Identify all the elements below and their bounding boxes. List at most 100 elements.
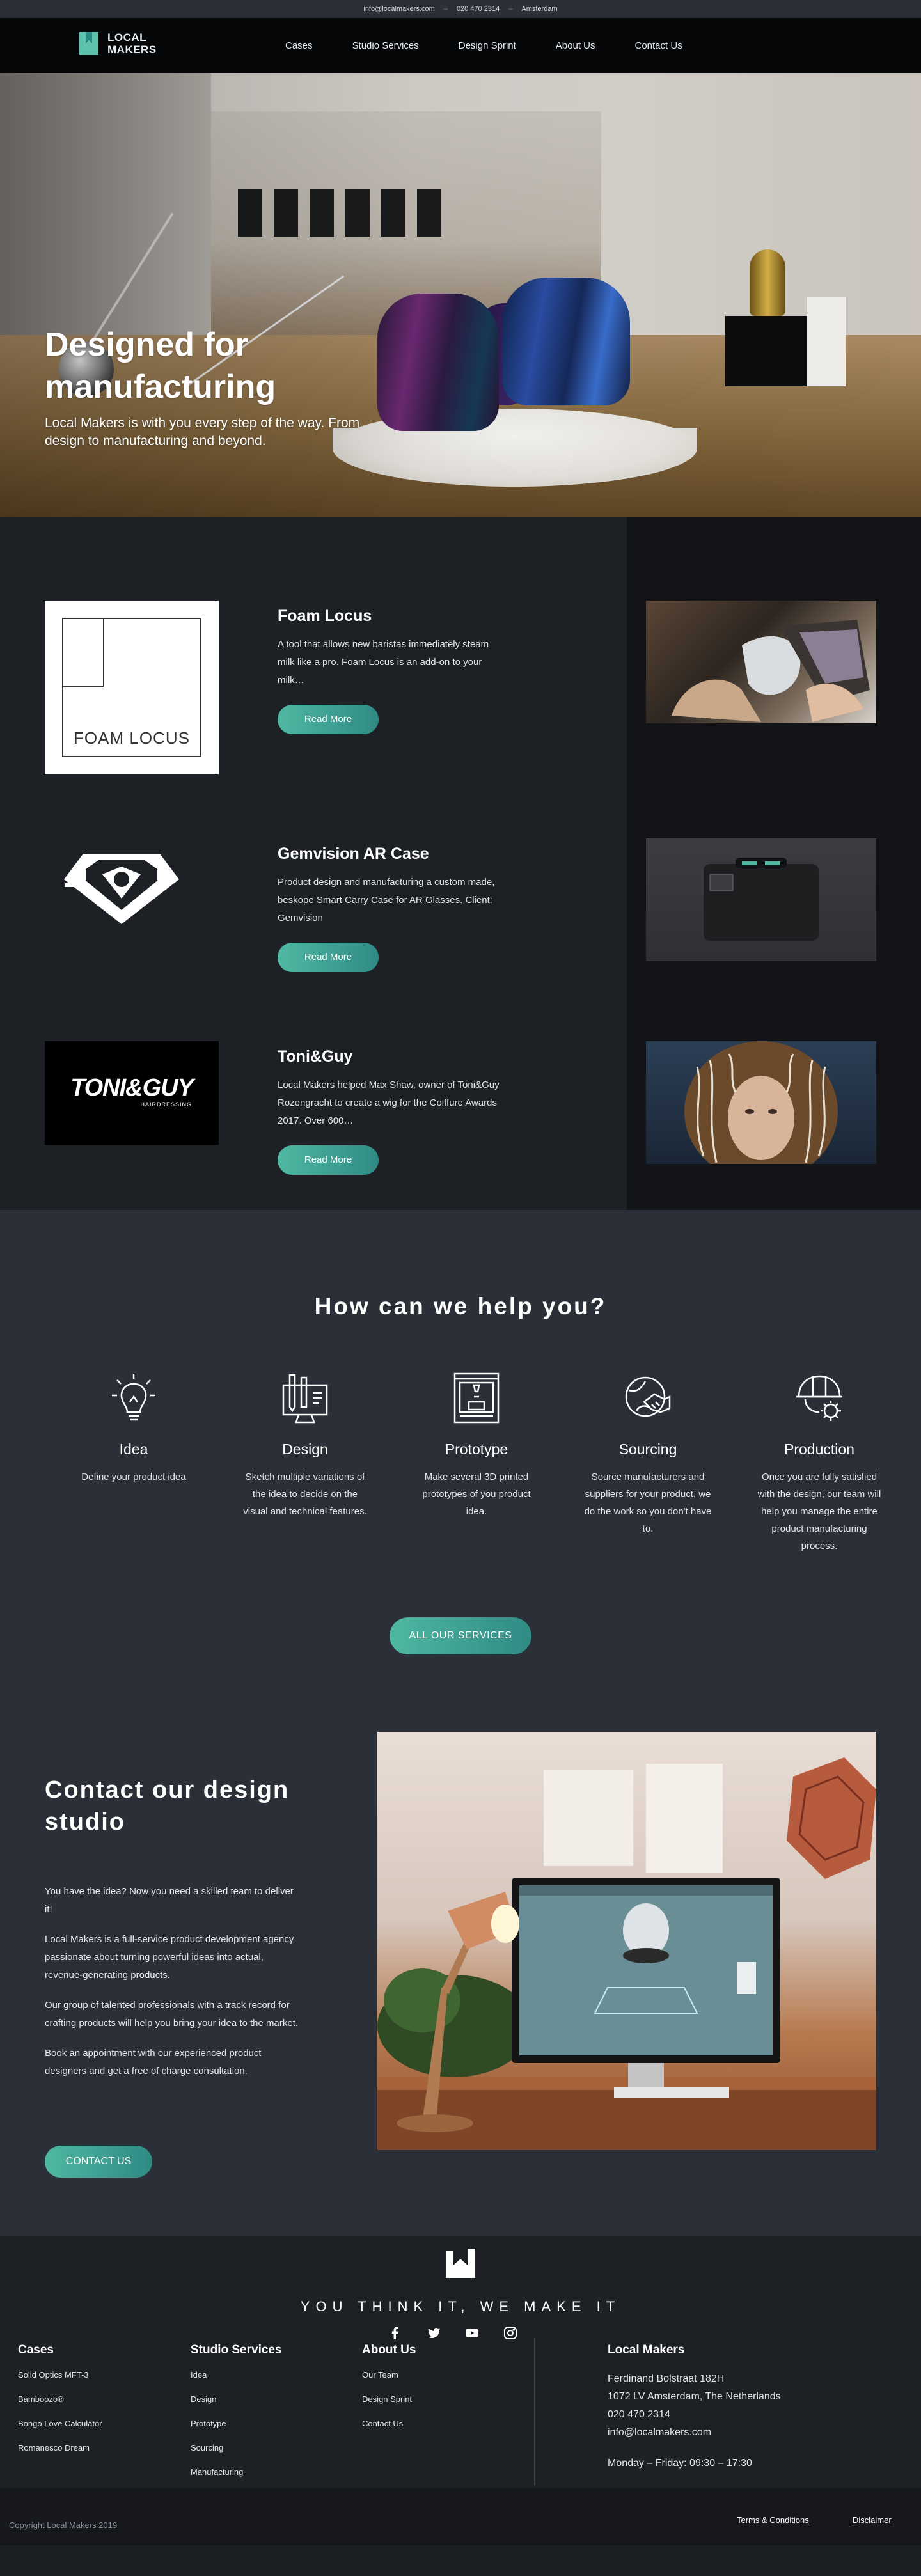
- case-info: Gemvision AR Case Product design and man…: [278, 845, 508, 972]
- helmet-gear-icon: [796, 1375, 842, 1421]
- footer-link[interactable]: Sourcing: [191, 2443, 282, 2453]
- footer-link[interactable]: Manufacturing: [191, 2467, 282, 2477]
- lightbulb-icon: [112, 1374, 155, 1421]
- site-logo[interactable]: LOCAL MAKERS: [77, 29, 157, 58]
- copyright-text: Copyright Local Makers 2019: [9, 2520, 118, 2530]
- service-name: Prototype: [445, 1441, 508, 1457]
- service-prototype[interactable]: Prototype Make several 3D printed protot…: [391, 1371, 562, 1555]
- service-production[interactable]: Production Once you are fully satisfied …: [734, 1371, 905, 1555]
- instagram-icon[interactable]: [503, 2325, 518, 2341]
- foam-locus-logo-graphic: [62, 618, 201, 757]
- topbar-city: Amsterdam: [521, 5, 558, 13]
- service-design[interactable]: Design Sketch multiple variations of the…: [219, 1371, 391, 1555]
- service-name: Design: [282, 1441, 328, 1457]
- footer-column-cases: Cases Solid Optics MFT-3 Bamboozo® Bongo…: [18, 2343, 102, 2467]
- foam-locus-logo: FOAM LOCUS: [45, 601, 219, 774]
- footer-link[interactable]: Design Sprint: [362, 2394, 416, 2404]
- nav-studio-services[interactable]: Studio Services: [352, 40, 419, 51]
- case-description: Product design and manufacturing a custo…: [278, 877, 495, 923]
- toni-guy-photo: [646, 1041, 876, 1164]
- topbar-separator: –: [443, 5, 448, 13]
- all-services-button[interactable]: ALL OUR SERVICES: [390, 1617, 531, 1654]
- contact-us-button[interactable]: CONTACT US: [45, 2146, 152, 2178]
- disclaimer-link[interactable]: Disclaimer: [853, 2515, 892, 2525]
- top-info-bar: info@localmakers.com – 020 470 2314 – Am…: [0, 0, 921, 18]
- footer-logo-icon[interactable]: [443, 2246, 478, 2281]
- service-description: Source manufacturers and suppliers for y…: [584, 1472, 712, 1534]
- studio-paragraph: Book an appointment with our experienced…: [45, 2048, 262, 2077]
- footer-link[interactable]: Prototype: [191, 2419, 282, 2428]
- main-nav: Cases Studio Services Design Sprint Abou…: [285, 18, 722, 73]
- services-grid: Idea Define your product idea Design Ske…: [48, 1371, 905, 1555]
- topbar-email[interactable]: info@localmakers.com: [363, 5, 434, 13]
- twitter-icon[interactable]: [426, 2325, 441, 2341]
- footer-address: Local Makers Ferdinand Bolstraat 182H 10…: [608, 2343, 781, 2472]
- footer-column-title: Studio Services: [191, 2343, 282, 2357]
- footer-city: 1072 LV Amsterdam, The Netherlands: [608, 2391, 781, 2402]
- case-description: A tool that allows new baristas immediat…: [278, 639, 489, 686]
- footer-bottom-bar: Copyright Local Makers 2019 Terms & Cond…: [0, 2488, 921, 2545]
- services-section: How can we help you? Idea Define your pr…: [0, 1210, 921, 1732]
- footer-link[interactable]: Idea: [191, 2370, 282, 2380]
- footer-column-services: Studio Services Idea Design Prototype So…: [191, 2343, 282, 2492]
- read-more-button[interactable]: Read More: [278, 705, 379, 734]
- service-name: Sourcing: [618, 1441, 677, 1457]
- nav-design-sprint[interactable]: Design Sprint: [459, 40, 516, 51]
- service-sourcing[interactable]: Sourcing Source manufacturers and suppli…: [562, 1371, 734, 1555]
- hero-copy: Designed for manufacturing Local Makers …: [45, 324, 403, 450]
- footer-phone[interactable]: 020 470 2314: [608, 2406, 781, 2424]
- footer-email[interactable]: info@localmakers.com: [608, 2424, 781, 2442]
- case-info: Toni&Guy Local Makers helped Max Shaw, o…: [278, 1048, 508, 1175]
- footer-street: Ferdinand Bolstraat 182H: [608, 2373, 725, 2384]
- case-info: Foam Locus A tool that allows new barist…: [278, 607, 508, 734]
- studio-text: You have the idea? Now you need a skille…: [45, 1883, 301, 2093]
- footer-link[interactable]: Our Team: [362, 2370, 416, 2380]
- nav-cases[interactable]: Cases: [285, 40, 313, 51]
- cases-section: FOAM LOCUS Foam Locus A tool that allows…: [0, 517, 921, 1210]
- studio-title: Contact our design studio: [45, 1777, 290, 1835]
- footer-divider: [534, 2338, 535, 2485]
- design-tools-icon: [282, 1374, 328, 1424]
- case-description: Local Makers helped Max Shaw, owner of T…: [278, 1080, 500, 1126]
- studio-paragraph: Our group of talented professionals with…: [45, 2000, 299, 2029]
- footer-link[interactable]: Contact Us: [362, 2419, 416, 2428]
- youtube-icon[interactable]: [464, 2325, 480, 2341]
- case-title[interactable]: Toni&Guy: [278, 1048, 508, 1066]
- gemvision-logo-icon: [64, 841, 179, 924]
- studio-paragraph: Local Makers is a full-service product d…: [45, 1934, 294, 1981]
- topbar-phone[interactable]: 020 470 2314: [457, 5, 500, 13]
- studio-paragraph: You have the idea? Now you need a skille…: [45, 1886, 294, 1915]
- case-title[interactable]: Gemvision AR Case: [278, 845, 508, 863]
- 3d-printer-icon: [453, 1372, 500, 1424]
- footer-column-title: About Us: [362, 2343, 416, 2357]
- footer-link[interactable]: Romanesco Dream: [18, 2443, 102, 2453]
- case-title[interactable]: Foam Locus: [278, 607, 508, 625]
- footer-link[interactable]: Bamboozo®: [18, 2394, 102, 2404]
- hero-subtitle: Local Makers is with you every step of t…: [45, 416, 360, 448]
- nav-contact-us[interactable]: Contact Us: [635, 40, 682, 51]
- foam-locus-logo-text: FOAM LOCUS: [74, 728, 190, 748]
- footer-link[interactable]: Bongo Love Calculator: [18, 2419, 102, 2428]
- footer-address-title: Local Makers: [608, 2343, 685, 2357]
- nav-about-us[interactable]: About Us: [556, 40, 595, 51]
- toni-guy-logo-subtext: HAIRDRESSING: [140, 1101, 192, 1108]
- service-idea[interactable]: Idea Define your product idea: [48, 1371, 219, 1555]
- handshake-globe-icon: [625, 1376, 671, 1417]
- footer-link[interactable]: Design: [191, 2394, 282, 2404]
- topbar-separator: –: [508, 5, 513, 13]
- footer-hours: Monday – Friday: 09:30 – 17:30: [608, 2458, 752, 2469]
- service-name: Production: [784, 1441, 854, 1457]
- footer-link[interactable]: Solid Optics MFT-3: [18, 2370, 102, 2380]
- facebook-icon[interactable]: [388, 2325, 403, 2341]
- service-description: Define your product idea: [81, 1472, 186, 1482]
- hero-title: Designed for manufacturing: [45, 326, 276, 405]
- terms-link[interactable]: Terms & Conditions: [737, 2515, 809, 2525]
- footer-column-about: About Us Our Team Design Sprint Contact …: [362, 2343, 416, 2443]
- toni-guy-logo: TONI&GUY HAIRDRESSING: [45, 1041, 219, 1145]
- site-footer: YOU THINK IT, WE MAKE IT Cases Solid Opt…: [0, 2236, 921, 2488]
- service-description: Make several 3D printed prototypes of yo…: [422, 1472, 531, 1517]
- read-more-button[interactable]: Read More: [278, 943, 379, 972]
- gemvision-photo: [646, 838, 876, 961]
- footer-slogan: YOU THINK IT, WE MAKE IT: [300, 2298, 621, 2314]
- read-more-button[interactable]: Read More: [278, 1145, 379, 1175]
